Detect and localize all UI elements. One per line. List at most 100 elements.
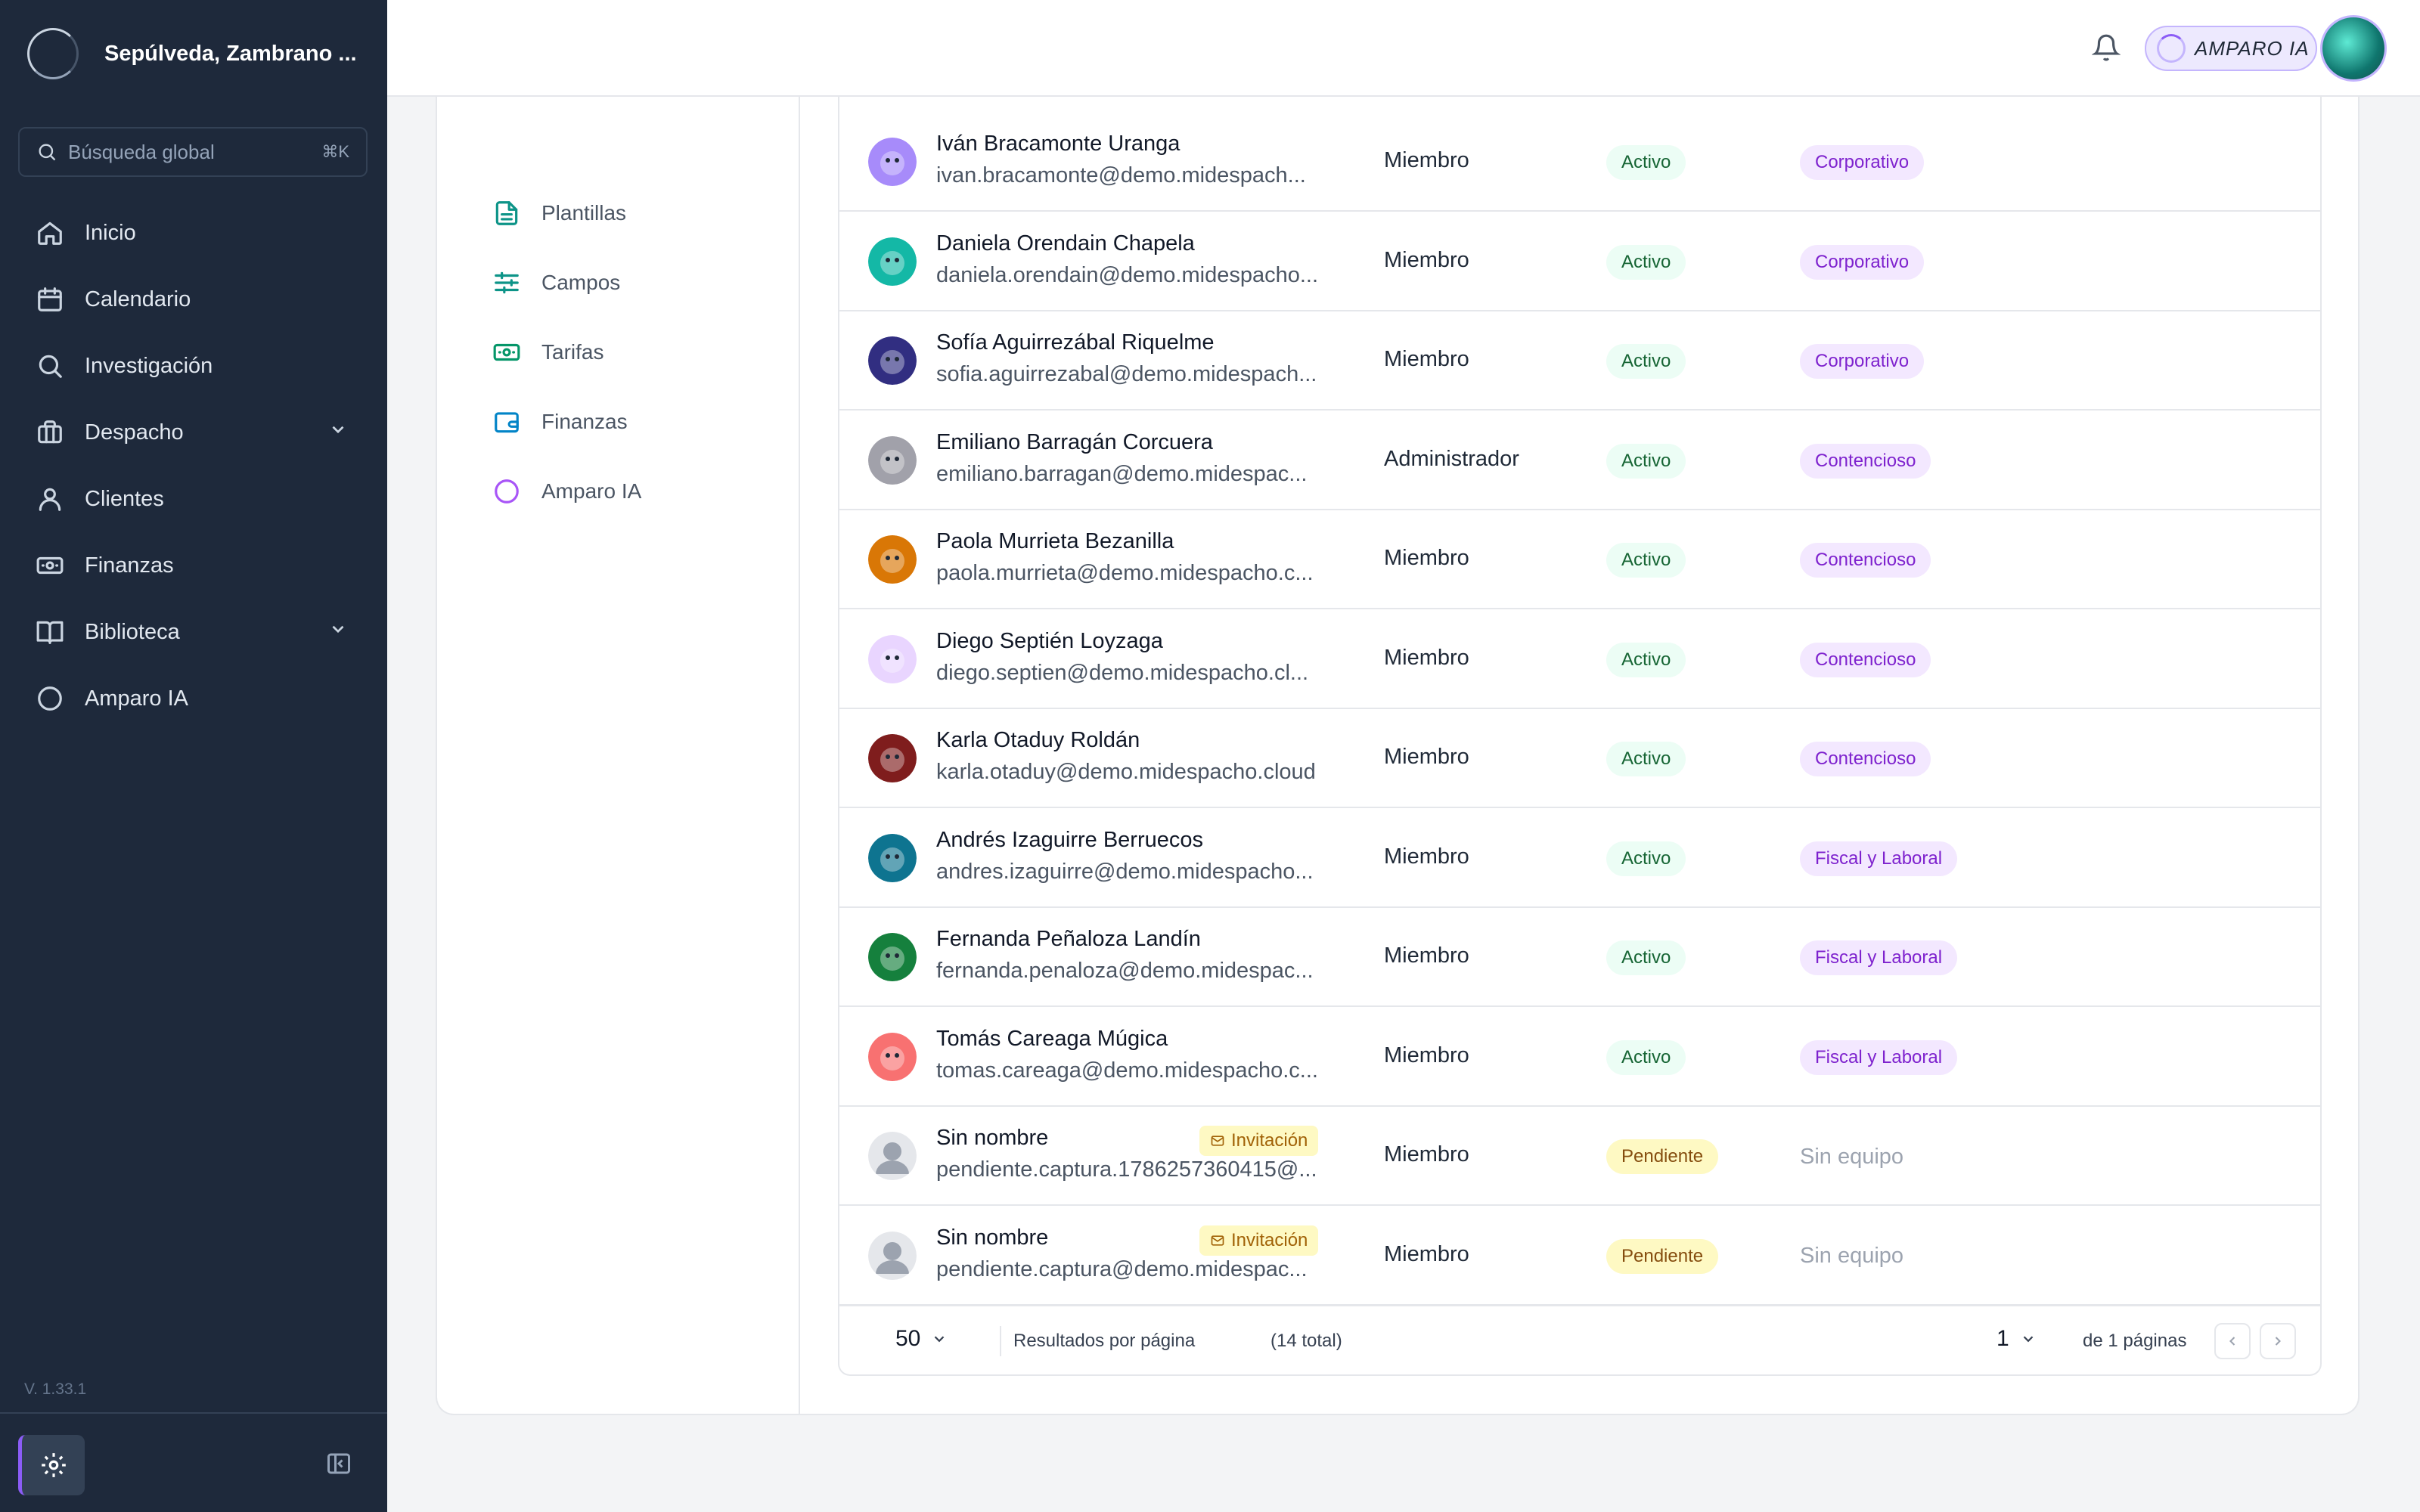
expand-chevron[interactable] <box>328 420 348 445</box>
calendar-icon <box>38 287 62 311</box>
animal-avatar-icon <box>868 634 917 683</box>
team-badge: Contencioso <box>1800 742 1931 776</box>
member-name: Paola Murrieta Bezanilla <box>936 529 1174 553</box>
wallet-icon <box>495 412 519 433</box>
member-email: tomas.careaga@demo.midespacho.c... <box>936 1058 1318 1083</box>
invitation-badge: Invitación <box>1199 1225 1319 1256</box>
status-badge: Activo <box>1606 940 1686 975</box>
invitation-label: Invitación <box>1231 1229 1308 1250</box>
table-row[interactable]: Sofía Aguirrezábal Riquelme sofia.aguirre… <box>839 311 2320 411</box>
mail-icon <box>1211 1235 1224 1246</box>
animal-avatar-icon <box>868 138 917 186</box>
default-user-icon <box>868 1231 917 1280</box>
amparo-ring-icon <box>2157 34 2186 63</box>
user-icon <box>39 488 61 511</box>
sidebar-item-inicio[interactable]: Inicio <box>18 200 368 266</box>
subnav-item-label: Campos <box>541 271 621 294</box>
org-name: Sepúlveda, Zambrano ... <box>104 41 357 66</box>
table-row[interactable]: Sin nombre Invitación pendiente.captura.17… <box>839 1106 2320 1206</box>
table-row[interactable]: Karla Otaduy Roldán karla.otaduy@demo.mid… <box>839 708 2320 808</box>
member-email: ivan.bracamonte@demo.midespach... <box>936 163 1306 187</box>
member-name: Fernanda Peñaloza Landín <box>936 927 1201 951</box>
avatar <box>868 833 917 882</box>
member-email: daniela.orendain@demo.midespacho... <box>936 262 1319 287</box>
expand-chevron[interactable] <box>328 619 348 645</box>
sidebar-item-investigaci-n[interactable]: Investigación <box>18 333 368 399</box>
subnav-icon-wrap <box>489 265 525 301</box>
team-badge: Corporativo <box>1800 344 1925 379</box>
member-name: Daniela Orendain Chapela <box>936 231 1195 256</box>
page-size-select[interactable]: 50 <box>895 1326 948 1352</box>
avatar <box>868 1132 917 1180</box>
table-row[interactable]: Iván Bracamonte Uranga ivan.bracamonte@de… <box>839 112 2320 212</box>
banknote-icon <box>36 556 64 575</box>
sidebar-nav: Inicio Calendario Investigación Despacho Cli… <box>18 200 368 732</box>
table-row[interactable]: Tomás Careaga Múgica tomas.careaga@demo.m… <box>839 1007 2320 1107</box>
sidebar-item-amparo-ia[interactable]: Amparo IA <box>18 665 368 732</box>
sidebar-item-label: Clientes <box>85 486 164 511</box>
page-select[interactable]: 1 <box>1996 1326 2037 1352</box>
table-row[interactable]: Diego Septién Loyzaga diego.septien@demo.… <box>839 609 2320 709</box>
settings-subnav: Plantillas Campos Tarifas Finanzas Amparo IA <box>437 97 800 1414</box>
member-email: paola.murrieta@demo.midespacho.c... <box>936 561 1314 585</box>
subnav-item-label: Finanzas <box>541 410 628 433</box>
app-version: V. 1.33.1 <box>24 1380 87 1398</box>
member-name: Emiliano Barragán Corcuera <box>936 429 1213 454</box>
book-icon <box>36 621 64 644</box>
table-row[interactable]: Sin nombre Invitación pendiente.captura@de… <box>839 1206 2320 1306</box>
member-name: Tomás Careaga Múgica <box>936 1026 1168 1051</box>
collapse-sidebar-button[interactable] <box>325 1450 352 1481</box>
subnav-icon-wrap <box>489 334 525 370</box>
sidebar-item-label: Finanzas <box>85 553 174 578</box>
nav-icon-wrap <box>35 683 65 714</box>
user-avatar[interactable] <box>2320 15 2387 82</box>
per-page-label: Resultados por página <box>1013 1331 1196 1351</box>
member-role: Miembro <box>1384 1241 1469 1266</box>
sidebar-item-finanzas[interactable]: Finanzas <box>18 532 368 599</box>
sidebar-footer <box>0 1412 387 1512</box>
subnav-item-tarifas[interactable]: Tarifas <box>489 330 603 375</box>
chevron-down-icon <box>2023 1336 2033 1343</box>
member-email: emiliano.barragan@demo.midespac... <box>936 461 1308 486</box>
next-page-button[interactable] <box>2260 1323 2296 1359</box>
avatar <box>868 535 917 584</box>
team-badge: Corporativo <box>1800 145 1925 180</box>
subnav-item-amparo-ia[interactable]: Amparo IA <box>489 469 641 514</box>
member-role: Miembro <box>1384 347 1469 371</box>
amparo-ia-button[interactable]: AMPARO IA <box>2145 26 2317 71</box>
default-user-icon <box>868 1132 917 1180</box>
sidebar-item-biblioteca[interactable]: Biblioteca <box>18 599 368 665</box>
member-name: Sin nombre <box>936 1225 1049 1250</box>
subnav-item-finanzas[interactable]: Finanzas <box>489 399 628 445</box>
subnav-item-plantillas[interactable]: Plantillas <box>489 191 626 236</box>
avatar <box>868 138 917 186</box>
sidebar-item-despacho[interactable]: Despacho <box>18 399 368 466</box>
table-row[interactable]: Daniela Orendain Chapela daniela.orendain… <box>839 212 2320 311</box>
amparo-ring-icon <box>495 479 519 503</box>
banknote-icon <box>493 343 520 361</box>
chevron-down-icon <box>332 625 344 634</box>
briefcase-icon <box>38 420 62 444</box>
prev-page-button[interactable] <box>2214 1323 2251 1359</box>
table-row[interactable]: Andrés Izaguirre Berruecos andres.izaguir… <box>839 808 2320 908</box>
topbar: AMPARO IA <box>387 0 2420 97</box>
bell-icon <box>2091 34 2121 61</box>
notifications-button[interactable] <box>2091 33 2121 66</box>
settings-button[interactable] <box>18 1435 85 1495</box>
table-row[interactable]: Emiliano Barragán Corcuera emiliano.barra… <box>839 411 2320 510</box>
global-search-input[interactable]: Búsqueda global ⌘K <box>18 127 368 177</box>
member-email: pendiente.captura.1786257360415@... <box>936 1157 1317 1182</box>
status-badge: Activo <box>1606 1040 1686 1075</box>
sidebar-item-calendario[interactable]: Calendario <box>18 266 368 333</box>
table-row[interactable]: Paola Murrieta Bezanilla paola.murrieta@d… <box>839 510 2320 609</box>
org-switcher[interactable]: Sepúlveda, Zambrano ... <box>27 27 360 80</box>
settings-panel: Plantillas Campos Tarifas Finanzas Amparo IA… <box>436 97 2360 1415</box>
table-row[interactable]: Fernanda Peñaloza Landín fernanda.penaloz… <box>839 907 2320 1007</box>
org-logo-icon <box>27 28 79 79</box>
member-email: sofia.aguirrezabal@demo.midespach... <box>936 362 1317 386</box>
sidebar-item-label: Despacho <box>85 420 184 445</box>
subnav-item-campos[interactable]: Campos <box>489 260 620 305</box>
amparo-ia-label: AMPARO IA <box>2195 36 2310 60</box>
sidebar-item-clientes[interactable]: Clientes <box>18 466 368 532</box>
member-role: Miembro <box>1384 943 1469 968</box>
